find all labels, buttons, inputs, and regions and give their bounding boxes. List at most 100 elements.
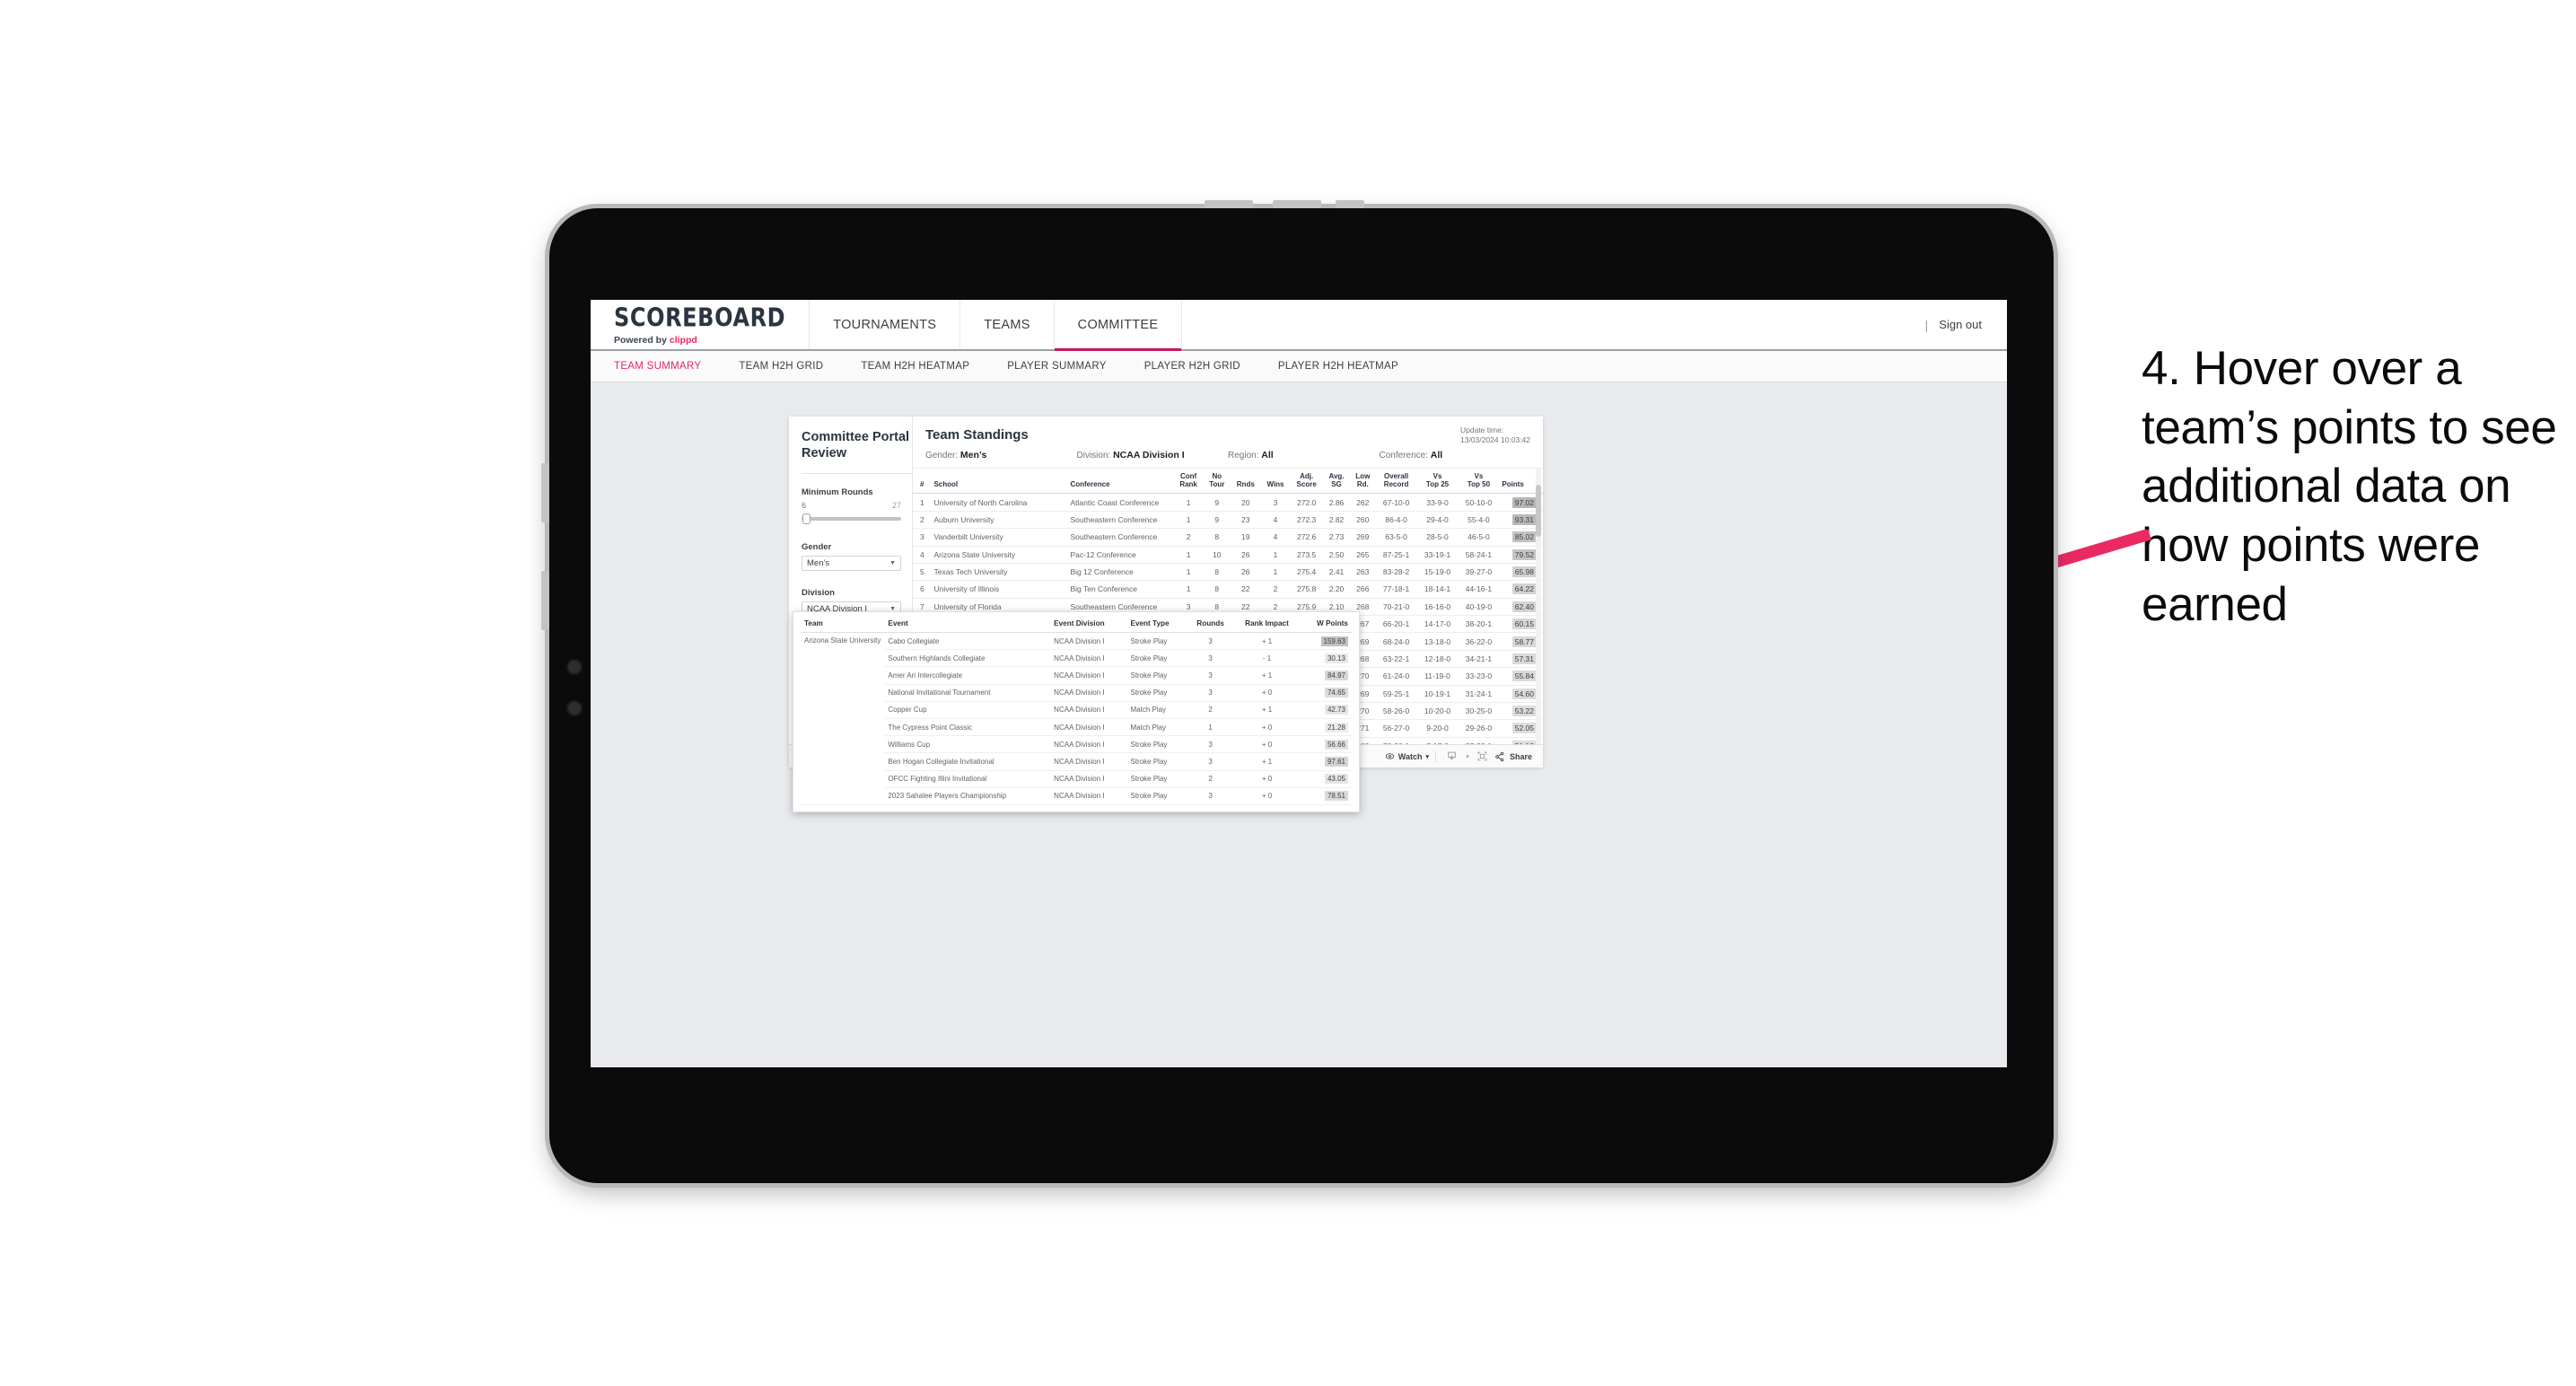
- col-header-overall-record[interactable]: Overall Record: [1375, 469, 1417, 495]
- subnav-team-summary[interactable]: TEAM SUMMARY: [614, 361, 721, 372]
- tooltip-w-points-value: 159.63: [1320, 636, 1348, 646]
- stat-cell: 29-4-0: [1416, 511, 1459, 530]
- stat-cell: 77-18-1: [1375, 580, 1417, 599]
- table-row[interactable]: 1 University of North Carolina Atlantic Co…: [913, 493, 1543, 512]
- tooltip-rounds: 3: [1187, 684, 1233, 702]
- col-header-low-rd[interactable]: Low Rd.: [1350, 469, 1376, 495]
- stat-cell: 1: [1173, 580, 1204, 599]
- stat-cell: 58-24-1: [1458, 546, 1500, 564]
- nav-tab-committee[interactable]: COMMITTEE: [1054, 300, 1183, 351]
- share-button[interactable]: Share: [1494, 751, 1532, 762]
- sign-out-link[interactable]: Sign out: [1939, 318, 1982, 331]
- table-row[interactable]: 2 Auburn University Southeastern Conferenc…: [913, 511, 1543, 530]
- stat-cell: 1: [1173, 493, 1204, 512]
- tooltip-table: Team Event Event Division Event Type Rounds R…: [801, 618, 1352, 805]
- col-header-no-tour[interactable]: No Tour: [1203, 469, 1231, 495]
- stat-cell: 1: [1260, 563, 1291, 582]
- chevron-down-icon[interactable]: ▾: [1462, 749, 1473, 765]
- tooltip-event: Cabo Collegiate: [884, 632, 1051, 651]
- stat-cell: 16-16-0: [1416, 598, 1459, 617]
- annotation-text: 4. Hover over a team’s points to see add…: [2142, 342, 2557, 631]
- col-header-conf-rank[interactable]: Conf Rank: [1173, 469, 1204, 495]
- table-row[interactable]: 5 Texas Tech University Big 12 Conference 1…: [913, 563, 1543, 582]
- watch-button[interactable]: Watch ▾: [1385, 751, 1429, 761]
- col-header-vs-top-50[interactable]: Vs Top 50: [1458, 469, 1500, 495]
- tooltip-w-points-value: 43.05: [1324, 774, 1348, 785]
- col-header-school[interactable]: School: [931, 469, 1068, 495]
- filter-gender: Gender Men’s ▼: [802, 542, 901, 572]
- subnav-team-h2h-heatmap[interactable]: TEAM H2H HEATMAP: [861, 361, 989, 372]
- tooltip-event-division: NCAA Division I: [1050, 701, 1127, 719]
- table-row[interactable]: 4 Arizona State University Pac-12 Conferen…: [913, 546, 1543, 564]
- slider-handle[interactable]: [802, 513, 810, 525]
- table-row[interactable]: 3 Vanderbilt University Southeastern Confe…: [913, 528, 1543, 547]
- tooltip-event-type: Stroke Play: [1126, 787, 1188, 805]
- minimum-rounds-slider[interactable]: [802, 513, 901, 525]
- volume-down-button[interactable]: [1273, 200, 1321, 208]
- col-header-wins[interactable]: Wins: [1260, 469, 1291, 495]
- stat-cell: 86-4-0: [1375, 511, 1417, 530]
- table-row[interactable]: 6 University of Illinois Big Ten Conferenc…: [913, 580, 1543, 599]
- subnav-team-h2h-grid[interactable]: TEAM H2H GRID: [739, 361, 843, 372]
- sensor-dot: [566, 700, 583, 716]
- side-button-upper[interactable]: [541, 463, 549, 522]
- watch-icon: [1385, 753, 1394, 759]
- col-header-vs-top-25[interactable]: Vs Top 25: [1416, 469, 1459, 495]
- tooltip-event-type: Match Play: [1126, 718, 1188, 737]
- conference-name: Atlantic Coast Conference: [1067, 493, 1174, 512]
- download-icon[interactable]: [1442, 749, 1462, 765]
- tooltip-rounds: 3: [1187, 632, 1233, 651]
- subnav-player-summary[interactable]: PLAYER SUMMARY: [1007, 361, 1126, 372]
- breadcrumb-gender-value: Men’s: [959, 450, 987, 461]
- tooltip-rounds: 3: [1187, 735, 1233, 754]
- nav-tab-teams[interactable]: TEAMS: [960, 300, 1055, 349]
- points-value: 97.02: [1511, 496, 1537, 508]
- tooltip-header-row: Team Event Event Division Event Type Rounds R…: [801, 618, 1352, 633]
- stat-cell: 68-24-0: [1375, 632, 1417, 651]
- scrollbar-thumb[interactable]: [1536, 485, 1541, 537]
- tooltip-event: Amer Ari Intercollegiate: [884, 666, 1051, 685]
- app-logo[interactable]: SCOREBOARD Powered by clippd: [591, 300, 810, 349]
- tooltip-rounds: 1: [1187, 718, 1233, 737]
- power-button[interactable]: [1336, 200, 1364, 208]
- stat-cell: 9: [1203, 511, 1231, 530]
- stat-cell: 2: [1173, 528, 1204, 547]
- tooltip-w-points: 21.28: [1301, 718, 1352, 737]
- points-value: 65.98: [1511, 566, 1537, 578]
- stat-cell: 55-4-0: [1458, 511, 1500, 530]
- tooltip-w-points: 56.66: [1301, 735, 1352, 754]
- stat-cell: 26: [1230, 546, 1261, 564]
- stat-cell: 63-22-1: [1375, 650, 1417, 669]
- breadcrumb-division: Division: NCAA Division I: [1077, 450, 1229, 461]
- tooltip-event-type: Stroke Play: [1126, 770, 1188, 788]
- col-header-conference[interactable]: Conference: [1067, 469, 1174, 495]
- nav-tab-tournaments[interactable]: TOURNAMENTS: [810, 300, 961, 349]
- gender-dropdown[interactable]: Men’s ▼: [802, 556, 901, 572]
- col-header-[interactable]: #: [913, 469, 932, 495]
- tooltip-event-division: NCAA Division I: [1050, 666, 1127, 685]
- brand-title: SCOREBOARD: [614, 303, 786, 333]
- col-header-avg-sg[interactable]: Avg. SG: [1323, 469, 1350, 495]
- points-value: 53.22: [1511, 706, 1537, 717]
- points-value: 54.60: [1511, 688, 1537, 699]
- col-header-rnds[interactable]: Rnds: [1230, 469, 1261, 495]
- stat-cell: 1: [1173, 563, 1204, 582]
- fullscreen-icon[interactable]: [1473, 749, 1493, 765]
- conference-name: Big Ten Conference: [1067, 580, 1174, 599]
- subnav-player-h2h-grid[interactable]: PLAYER H2H GRID: [1144, 361, 1260, 372]
- side-button-lower[interactable]: [541, 571, 549, 630]
- conference-name: Pac-12 Conference: [1067, 546, 1174, 564]
- tooltip-event-division: NCAA Division I: [1050, 787, 1127, 805]
- division-label: Division: [802, 588, 835, 599]
- col-header-adj-score[interactable]: Adj. Score: [1290, 469, 1324, 495]
- stat-cell: 1: [1260, 546, 1291, 564]
- subnav-player-h2h-heatmap[interactable]: PLAYER H2H HEATMAP: [1278, 361, 1418, 372]
- stat-cell: 31-24-1: [1458, 685, 1500, 703]
- share-label: Share: [1509, 751, 1532, 761]
- stat-cell: 50-10-0: [1458, 493, 1500, 512]
- school-name: Texas Tech University: [931, 563, 1068, 582]
- stat-cell: 19: [1230, 528, 1261, 547]
- stat-cell: 40-19-0: [1458, 598, 1500, 617]
- volume-up-button[interactable]: [1205, 200, 1253, 208]
- tablet-device-frame: SCOREBOARD Powered by clippd TOURNAMENTS…: [541, 200, 2054, 1183]
